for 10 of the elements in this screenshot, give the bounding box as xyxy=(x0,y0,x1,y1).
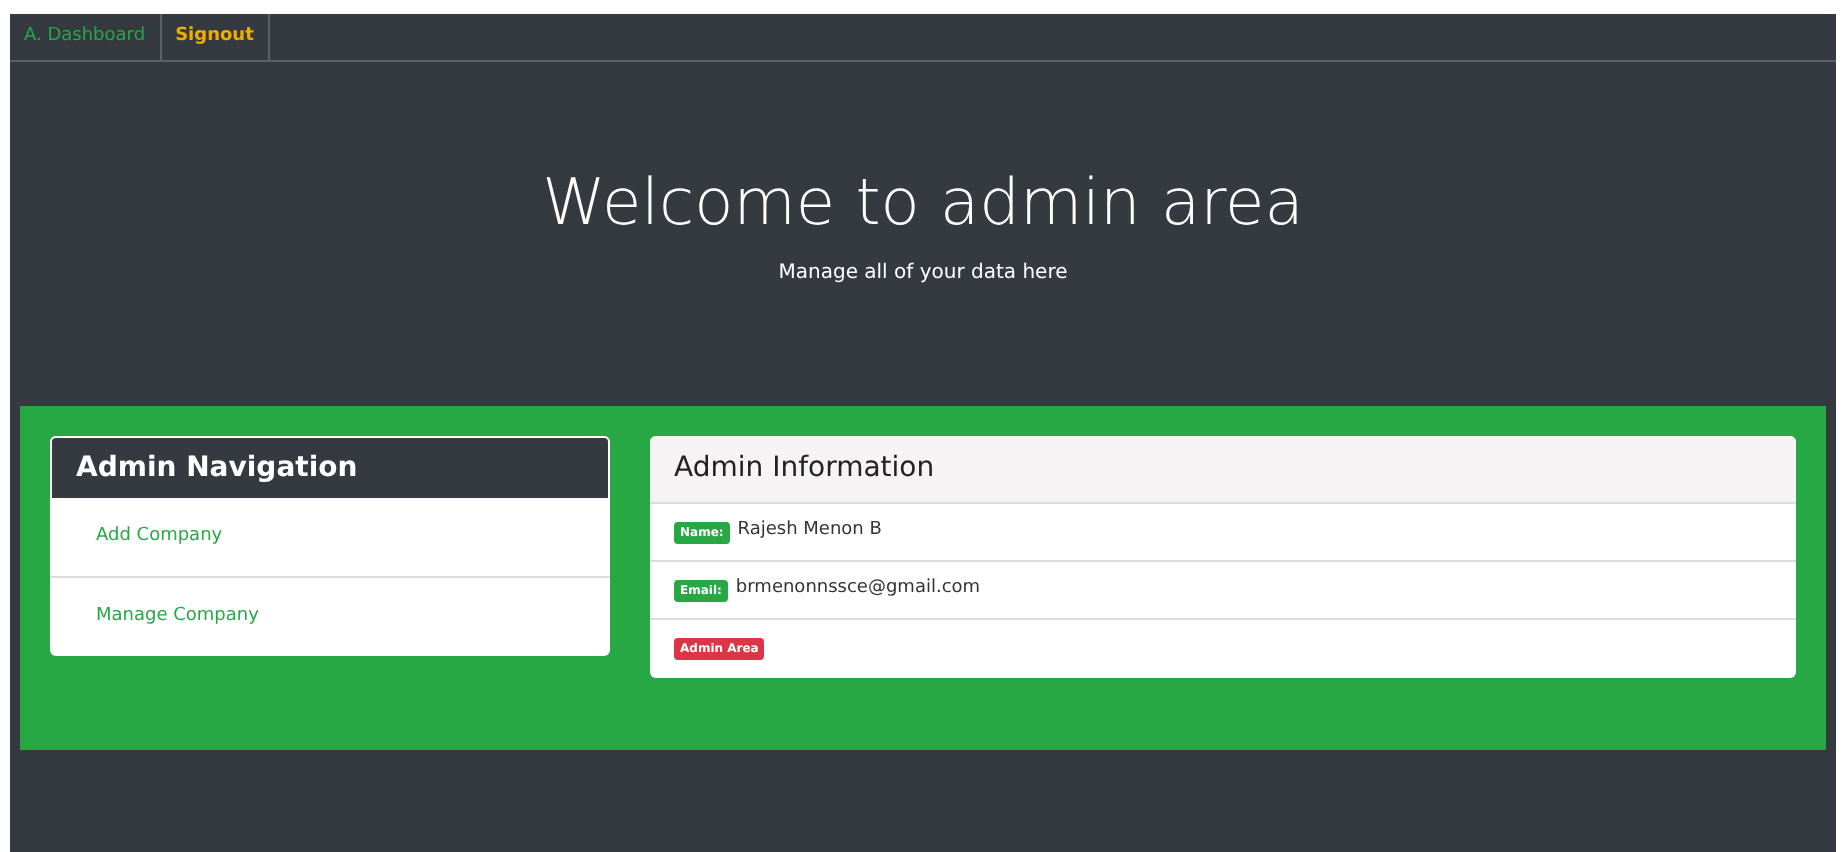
nav-link[interactable]: Signout xyxy=(161,14,270,60)
info-value: brmenonnssce@gmail.com xyxy=(735,576,981,603)
info-value: Rajesh Menon B xyxy=(737,518,882,545)
nav-item[interactable]: Manage Company xyxy=(96,603,259,631)
nav-item[interactable]: Add Company xyxy=(96,524,223,552)
nav-link[interactable]: A. Dashboard xyxy=(10,14,162,60)
card-title: Admin Navigation xyxy=(76,449,358,487)
hero-subtitle: Manage all of your data here xyxy=(778,259,1068,287)
hero-title: Welcome to admin area xyxy=(542,161,1304,241)
card-title: Admin Information xyxy=(674,450,935,488)
